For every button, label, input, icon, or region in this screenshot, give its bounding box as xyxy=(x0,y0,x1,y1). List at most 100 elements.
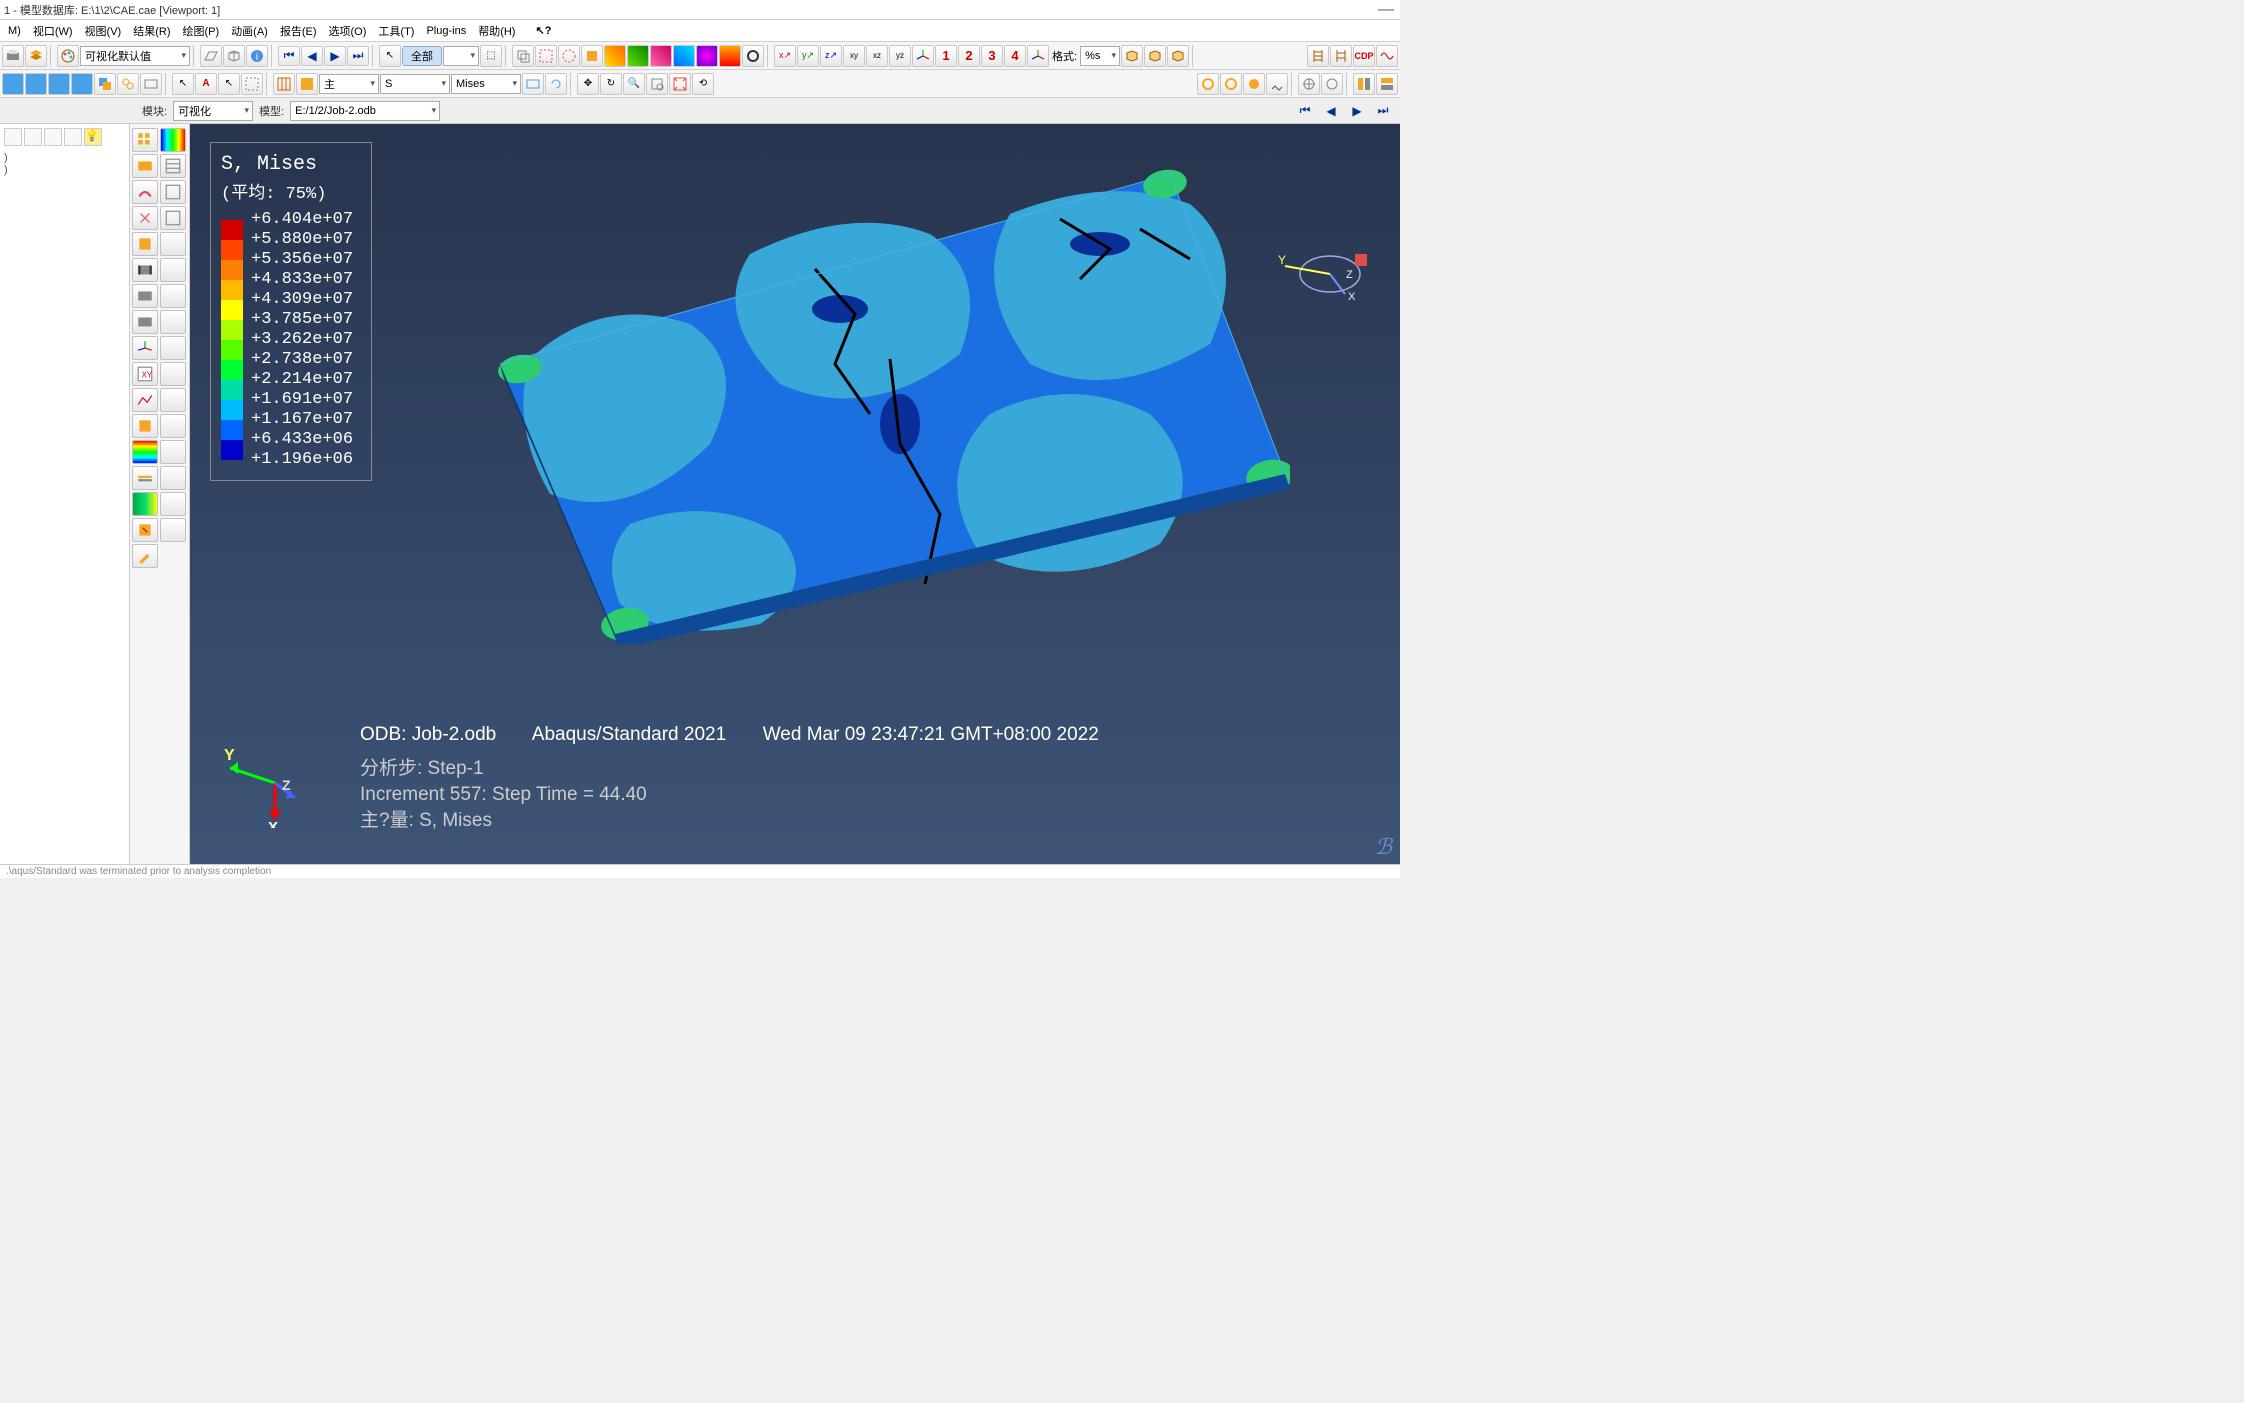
vtool-contour2-opts[interactable] xyxy=(160,440,186,464)
tile-v-button[interactable] xyxy=(25,73,47,95)
first-frame-button[interactable]: ⏮ xyxy=(278,46,300,66)
nav-next-button[interactable]: ▶ xyxy=(1346,101,1368,121)
vtool-table2[interactable] xyxy=(160,180,186,204)
cycle-button[interactable]: ⟲ xyxy=(692,73,714,95)
menu-item[interactable]: 报告(E) xyxy=(274,21,323,41)
menu-item[interactable]: 视图(V) xyxy=(79,21,128,41)
cdp-button[interactable]: CDP xyxy=(1353,45,1375,67)
tile-h-button[interactable] xyxy=(2,73,24,95)
rect-dashed-button[interactable] xyxy=(241,73,263,95)
vtool-spectrum[interactable] xyxy=(160,128,186,152)
iso-cube-2[interactable] xyxy=(1144,45,1166,67)
csys-yz-button[interactable]: yz xyxy=(889,45,911,67)
menu-item[interactable]: 选项(O) xyxy=(323,21,373,41)
menu-item[interactable]: Plug-ins xyxy=(420,23,472,39)
color-3-button[interactable] xyxy=(650,45,672,67)
render-style-select[interactable]: 可视化默认值 xyxy=(80,46,190,66)
csys-y-button[interactable]: y↗ xyxy=(797,45,819,67)
tree-icon[interactable] xyxy=(4,128,22,146)
nav-last-button[interactable]: ⏭ xyxy=(1372,101,1394,121)
color-2-button[interactable] xyxy=(627,45,649,67)
model-select[interactable]: E:/1/2/Job-2.odb xyxy=(290,101,440,121)
arrow-select-button[interactable]: ↖ xyxy=(379,45,401,67)
vtool-contour[interactable] xyxy=(132,154,158,178)
target-b[interactable] xyxy=(1321,73,1343,95)
color-6-button[interactable] xyxy=(719,45,741,67)
view-3-button[interactable]: 3 xyxy=(981,45,1003,67)
primary-var-select[interactable]: 主 xyxy=(319,74,379,94)
fit-button[interactable] xyxy=(669,73,691,95)
vtool-path-opts[interactable] xyxy=(160,388,186,412)
vtool-anim2-opts[interactable] xyxy=(160,284,186,308)
vtool-layer[interactable] xyxy=(132,466,158,490)
csys-z-button[interactable]: z↗ xyxy=(820,45,842,67)
vtool-symbol[interactable] xyxy=(132,206,158,230)
csys-x-button[interactable]: x↗ xyxy=(774,45,796,67)
annotation-button[interactable]: A xyxy=(195,73,217,95)
brush-button[interactable] xyxy=(1266,73,1288,95)
module-select[interactable]: 可视化 xyxy=(173,101,253,121)
menu-item[interactable]: 帮助(H) xyxy=(472,21,521,41)
csys-iso-button[interactable] xyxy=(912,45,934,67)
view-1-button[interactable]: 1 xyxy=(935,45,957,67)
vtool-cut-opts[interactable] xyxy=(160,414,186,438)
link-viewport-button[interactable] xyxy=(117,73,139,95)
csys-xz-button[interactable]: xz xyxy=(866,45,888,67)
color-5-button[interactable] xyxy=(696,45,718,67)
vtool-path[interactable] xyxy=(132,388,158,412)
vtool-anim3-opts[interactable] xyxy=(160,310,186,334)
vtool-anim-opts[interactable] xyxy=(160,258,186,282)
iso-cube-3[interactable] xyxy=(1167,45,1189,67)
select-arrow-button[interactable]: ↖ xyxy=(218,73,240,95)
next-frame-button[interactable]: ▶ xyxy=(324,46,346,66)
vtool-table[interactable] xyxy=(160,154,186,178)
tree-icon[interactable] xyxy=(64,128,82,146)
vtool-material[interactable] xyxy=(132,232,158,256)
vtool-stream[interactable] xyxy=(132,492,158,516)
tile-4-button[interactable] xyxy=(71,73,93,95)
circle-b[interactable] xyxy=(1220,73,1242,95)
vtool-csys[interactable] xyxy=(132,336,158,360)
menu-item[interactable]: 视口(W) xyxy=(27,21,79,41)
menu-item[interactable]: 绘图(P) xyxy=(177,21,226,41)
pan-button[interactable]: ✥ xyxy=(577,73,599,95)
vtool-stream-opts[interactable] xyxy=(160,492,186,516)
mesh-button[interactable] xyxy=(273,73,295,95)
print-button[interactable] xyxy=(2,45,24,67)
vtool-pen[interactable] xyxy=(132,544,158,568)
tree-item[interactable]: ) xyxy=(4,164,125,176)
target-a[interactable] xyxy=(1298,73,1320,95)
tree-icon[interactable] xyxy=(24,128,42,146)
layout-b[interactable] xyxy=(1376,73,1398,95)
menu-item[interactable]: 工具(T) xyxy=(372,21,420,41)
format-select[interactable]: %s xyxy=(1080,46,1120,66)
vtool-contour2[interactable] xyxy=(132,440,158,464)
tree-icon[interactable]: 💡 xyxy=(84,128,102,146)
selection-filter[interactable] xyxy=(443,46,479,66)
vtool-deform[interactable] xyxy=(132,180,158,204)
zoom-box-button[interactable] xyxy=(646,73,668,95)
tree-icon[interactable] xyxy=(44,128,62,146)
selection-scope[interactable]: 全部 xyxy=(402,46,442,66)
vtool-table4[interactable] xyxy=(160,232,186,256)
field-select[interactable]: S xyxy=(380,74,450,94)
menu-item[interactable]: 动画(A) xyxy=(225,21,274,41)
menu-item[interactable]: M) xyxy=(2,23,27,39)
nav-prev-button[interactable]: ◀ xyxy=(1320,101,1342,121)
color-1-button[interactable] xyxy=(604,45,626,67)
nav-first-button[interactable]: ⏮ xyxy=(1294,101,1316,121)
csys-create-button[interactable] xyxy=(1027,45,1049,67)
tree-item[interactable]: ) xyxy=(4,152,125,164)
sync-button[interactable] xyxy=(545,73,567,95)
cube-button[interactable] xyxy=(223,45,245,67)
prev-frame-button[interactable]: ◀ xyxy=(301,46,323,66)
ladder-icon[interactable] xyxy=(1307,45,1329,67)
zoom-button[interactable]: 🔍 xyxy=(623,73,645,95)
vtool-layer-opts[interactable] xyxy=(160,466,186,490)
color-4-button[interactable] xyxy=(673,45,695,67)
vtool-table3[interactable] xyxy=(160,206,186,230)
last-frame-button[interactable]: ⏭ xyxy=(347,46,369,66)
color-7-button[interactable] xyxy=(742,45,764,67)
component-select[interactable]: Mises xyxy=(451,74,521,94)
view-4-button[interactable]: 4 xyxy=(1004,45,1026,67)
